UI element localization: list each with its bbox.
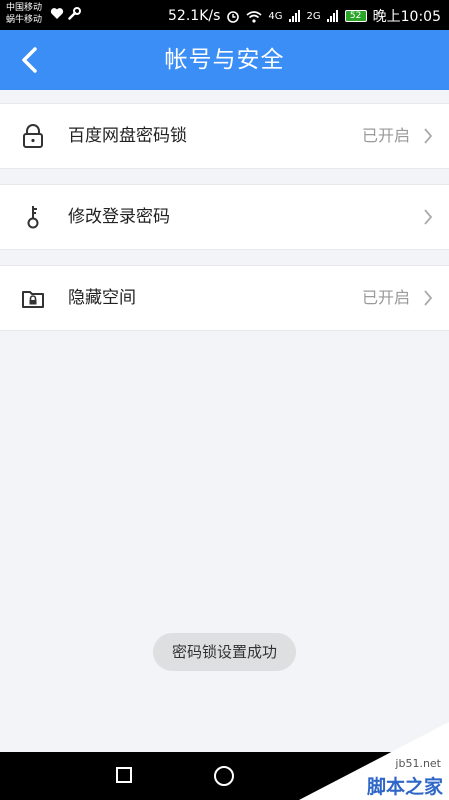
watermark-url: jb51.net: [395, 757, 441, 770]
alarm-icon: [227, 11, 240, 23]
row-label: 百度网盘密码锁: [68, 126, 187, 146]
battery-icon: 52: [344, 10, 367, 22]
status-right: 52.1K/s 4G 2G 52 晚上10:05: [168, 6, 441, 26]
chevron-right-icon: [424, 290, 433, 306]
page-title: 帐号与安全: [164, 47, 285, 73]
status-bar: 中国移动 蜗牛移动 52.1K/s 4G 2G 52 晚上10:05: [0, 0, 449, 30]
carrier-2: 蜗牛移动: [6, 15, 43, 25]
lock-icon: [23, 124, 43, 148]
signal-bars-icon: [288, 10, 300, 22]
wifi-icon: [246, 10, 262, 23]
clock: 晚上10:05: [372, 9, 441, 25]
heart-icon: [50, 8, 64, 19]
row-change-login-password[interactable]: 修改登录密码: [0, 184, 449, 250]
row-hidden-space[interactable]: 隐藏空间 已开启: [0, 265, 449, 331]
chevron-right-icon: [424, 128, 433, 144]
row-password-lock[interactable]: 百度网盘密码锁 已开启: [0, 103, 449, 169]
signal-4g-label: 4G: [268, 10, 283, 22]
signal-2g-label: 2G: [306, 10, 321, 22]
carrier-1: 中国移动: [6, 3, 43, 13]
signal-bars-icon: [326, 10, 338, 22]
row-status: 已开启: [361, 126, 410, 145]
key-icon: [27, 206, 39, 229]
folder-lock-icon: [22, 291, 44, 308]
chevron-right-icon: [424, 209, 433, 225]
carrier-labels: 中国移动 蜗牛移动: [6, 2, 42, 26]
watermark-brand: 脚本之家: [366, 776, 443, 798]
home-button[interactable]: [214, 766, 234, 786]
recent-apps-button[interactable]: [116, 767, 132, 783]
row-label: 隐藏空间: [68, 288, 136, 308]
network-speed: 52.1K/s: [168, 8, 221, 24]
back-arrow-icon: [22, 47, 37, 73]
wrench-icon: [68, 7, 81, 20]
row-status: 已开启: [361, 288, 410, 307]
app-header: 帐号与安全: [0, 30, 449, 90]
back-button[interactable]: [12, 42, 48, 78]
toast-message: 密码锁设置成功: [153, 633, 296, 671]
row-label: 修改登录密码: [68, 207, 170, 227]
